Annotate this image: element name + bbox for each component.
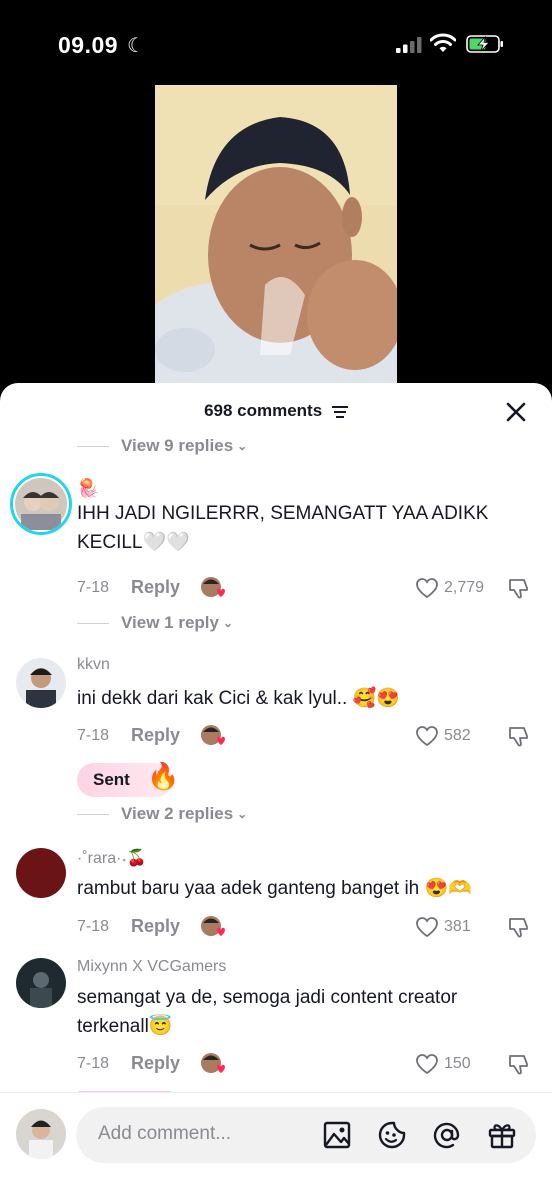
my-avatar[interactable] (16, 1109, 66, 1159)
view-replies-label: View 9 replies (121, 436, 234, 455)
avatar[interactable] (16, 958, 66, 1008)
avatar[interactable] (16, 658, 66, 708)
comment-meta: 7-18 Reply 2,779 (77, 575, 537, 603)
comment-text: semangat ya de, semoga jadi content crea… (77, 987, 458, 1037)
heart-icon[interactable] (415, 916, 439, 938)
comment-username[interactable]: Mixynn X VCGamers (77, 958, 226, 976)
heart-icon[interactable] (415, 1053, 439, 1075)
comments-header: 698 comments (0, 383, 552, 439)
comment-date: 7-18 (77, 579, 110, 596)
sent-gift-badge[interactable]: Sent 🔥 (77, 761, 179, 797)
view-replies-label: View 1 reply (121, 613, 219, 632)
dislike-icon[interactable] (507, 915, 531, 939)
status-bar: 09.09 ☾ (0, 0, 552, 84)
dislike-icon[interactable] (507, 1052, 531, 1076)
creator-liked-badge (201, 577, 225, 597)
like-count: 381 (444, 918, 471, 935)
avatar-image (16, 1109, 66, 1159)
reply-divider (77, 813, 109, 815)
view-replies-2[interactable]: View 2 replies ⌄ (77, 804, 247, 824)
mention-icon[interactable] (432, 1120, 462, 1150)
comment-input-placeholder: Add comment... (98, 1123, 232, 1144)
image-icon[interactable] (322, 1120, 352, 1150)
comment-text: rambut baru yaa adek ganteng banget ih 😍… (77, 878, 472, 899)
comment-count[interactable]: 698 comments (0, 401, 552, 421)
comment-meta: 7-18 Reply 381 (77, 914, 537, 942)
comment-composer: Add comment... (0, 1092, 552, 1200)
comment-date: 7-18 (77, 727, 110, 744)
comment-username[interactable]: kkvn (77, 656, 110, 674)
reply-divider (77, 445, 109, 447)
video-frame-illustration (155, 85, 397, 385)
creator-liked-badge (201, 725, 225, 745)
gift-icon[interactable] (487, 1120, 517, 1150)
like-count: 2,779 (444, 579, 485, 596)
dislike-icon[interactable] (507, 576, 531, 600)
signal-icon (396, 37, 422, 53)
like-count: 150 (444, 1055, 471, 1072)
comment-username-emoji[interactable]: 🪼 (77, 478, 99, 499)
reply-button[interactable]: Reply (131, 725, 180, 746)
heart-icon[interactable] (415, 725, 439, 747)
view-replies-label: View 2 replies (121, 804, 234, 823)
avatar-image (16, 658, 66, 708)
avatar-image (16, 958, 66, 1008)
comment-input[interactable]: Add comment... (76, 1107, 536, 1163)
moon-icon: ☾ (127, 35, 145, 57)
emoji-icon[interactable] (377, 1120, 407, 1150)
comment-text: ini dekk dari kak Cici & kak lyul.. 🥰😍 (77, 688, 400, 709)
avatar-image (15, 478, 67, 530)
comment-username[interactable]: ·˚rara·˖🍒 (77, 848, 147, 868)
close-icon[interactable] (504, 400, 528, 424)
wifi-icon (430, 33, 456, 52)
comment-count-label: 698 comments (204, 401, 323, 420)
reply-button[interactable]: Reply (131, 916, 180, 937)
video-player[interactable] (155, 85, 397, 385)
reply-divider (77, 622, 109, 624)
chevron-down-icon: ⌄ (222, 616, 234, 630)
reply-button[interactable]: Reply (131, 577, 180, 598)
chevron-down-icon: ⌄ (237, 807, 248, 821)
sent-label: Sent (93, 770, 130, 789)
creator-liked-badge (201, 1053, 225, 1073)
comment-meta: 7-18 Reply 150 (77, 1051, 537, 1079)
status-time: 09.09 (58, 32, 119, 58)
avatar[interactable] (16, 848, 66, 898)
creator-liked-badge (201, 916, 225, 936)
sort-icon[interactable] (331, 405, 348, 419)
comment-text: IHH JADI NGILERRR, SEMANGATT YAA ADIKK K… (77, 503, 489, 553)
view-replies-1[interactable]: View 1 reply ⌄ (77, 613, 233, 633)
like-count: 582 (444, 727, 471, 744)
comments-sheet: 698 comments View 9 replies ⌄ 🪼 IHH JADI… (0, 383, 552, 1200)
comment-meta: 7-18 Reply 582 (77, 723, 537, 751)
chevron-down-icon: ⌄ (237, 439, 248, 453)
view-replies-top[interactable]: View 9 replies ⌄ (77, 436, 247, 456)
comment-date: 7-18 (77, 1055, 110, 1072)
reply-button[interactable]: Reply (131, 1053, 180, 1074)
avatar[interactable] (10, 473, 72, 535)
comment-date: 7-18 (77, 918, 110, 935)
dislike-icon[interactable] (507, 724, 531, 748)
heart-icon[interactable] (415, 577, 439, 599)
battery-charging-icon (466, 35, 503, 53)
fire-icon: 🔥 (147, 761, 180, 791)
